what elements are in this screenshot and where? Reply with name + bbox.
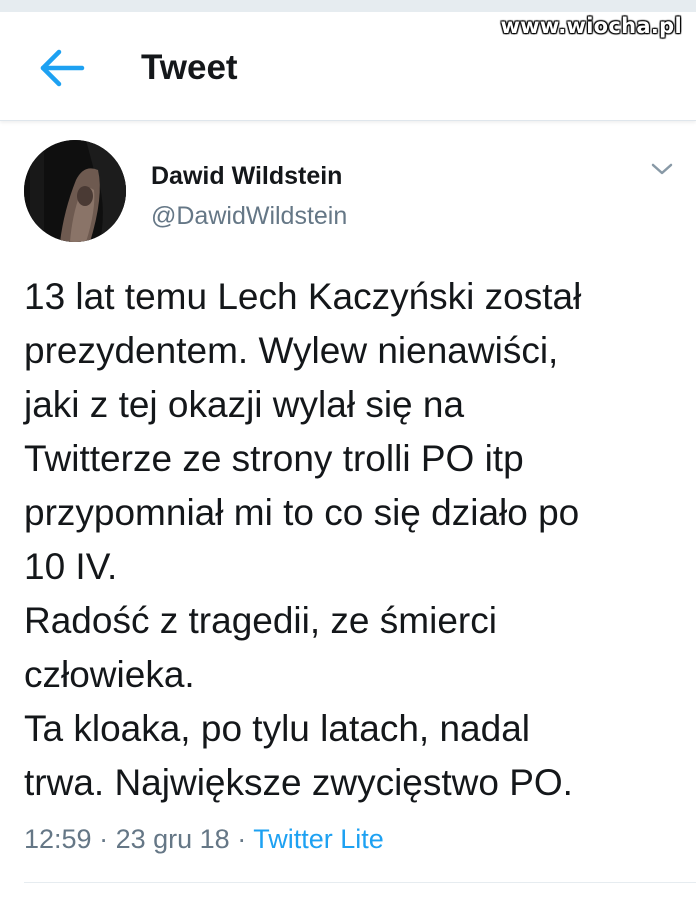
- author-handle[interactable]: @DawidWildstein: [151, 202, 347, 231]
- meta-separator: ·: [99, 824, 109, 854]
- tweet-source-link[interactable]: Twitter Lite: [253, 824, 384, 854]
- page-title: Tweet: [141, 48, 238, 87]
- back-button[interactable]: [36, 46, 88, 90]
- tweet-menu-button[interactable]: [650, 160, 674, 178]
- tweet-time: 12:59: [24, 824, 92, 854]
- avatar-image: [24, 140, 126, 242]
- meta-separator: ·: [237, 824, 247, 854]
- avatar[interactable]: [24, 140, 126, 242]
- tweet-date: 23 gru 18: [115, 824, 230, 854]
- top-bar: Tweet: [0, 12, 696, 121]
- tweet-text: 13 lat temu Lech Kaczyński został prezyd…: [24, 276, 582, 803]
- tweet-meta: 12:59 · 23 gru 18 · Twitter Lite: [24, 824, 384, 855]
- arrow-left-icon: [40, 49, 85, 87]
- chevron-down-icon: [651, 163, 673, 175]
- divider: [24, 882, 696, 883]
- author-name[interactable]: Dawid Wildstein: [151, 162, 342, 191]
- status-strip: [0, 0, 696, 12]
